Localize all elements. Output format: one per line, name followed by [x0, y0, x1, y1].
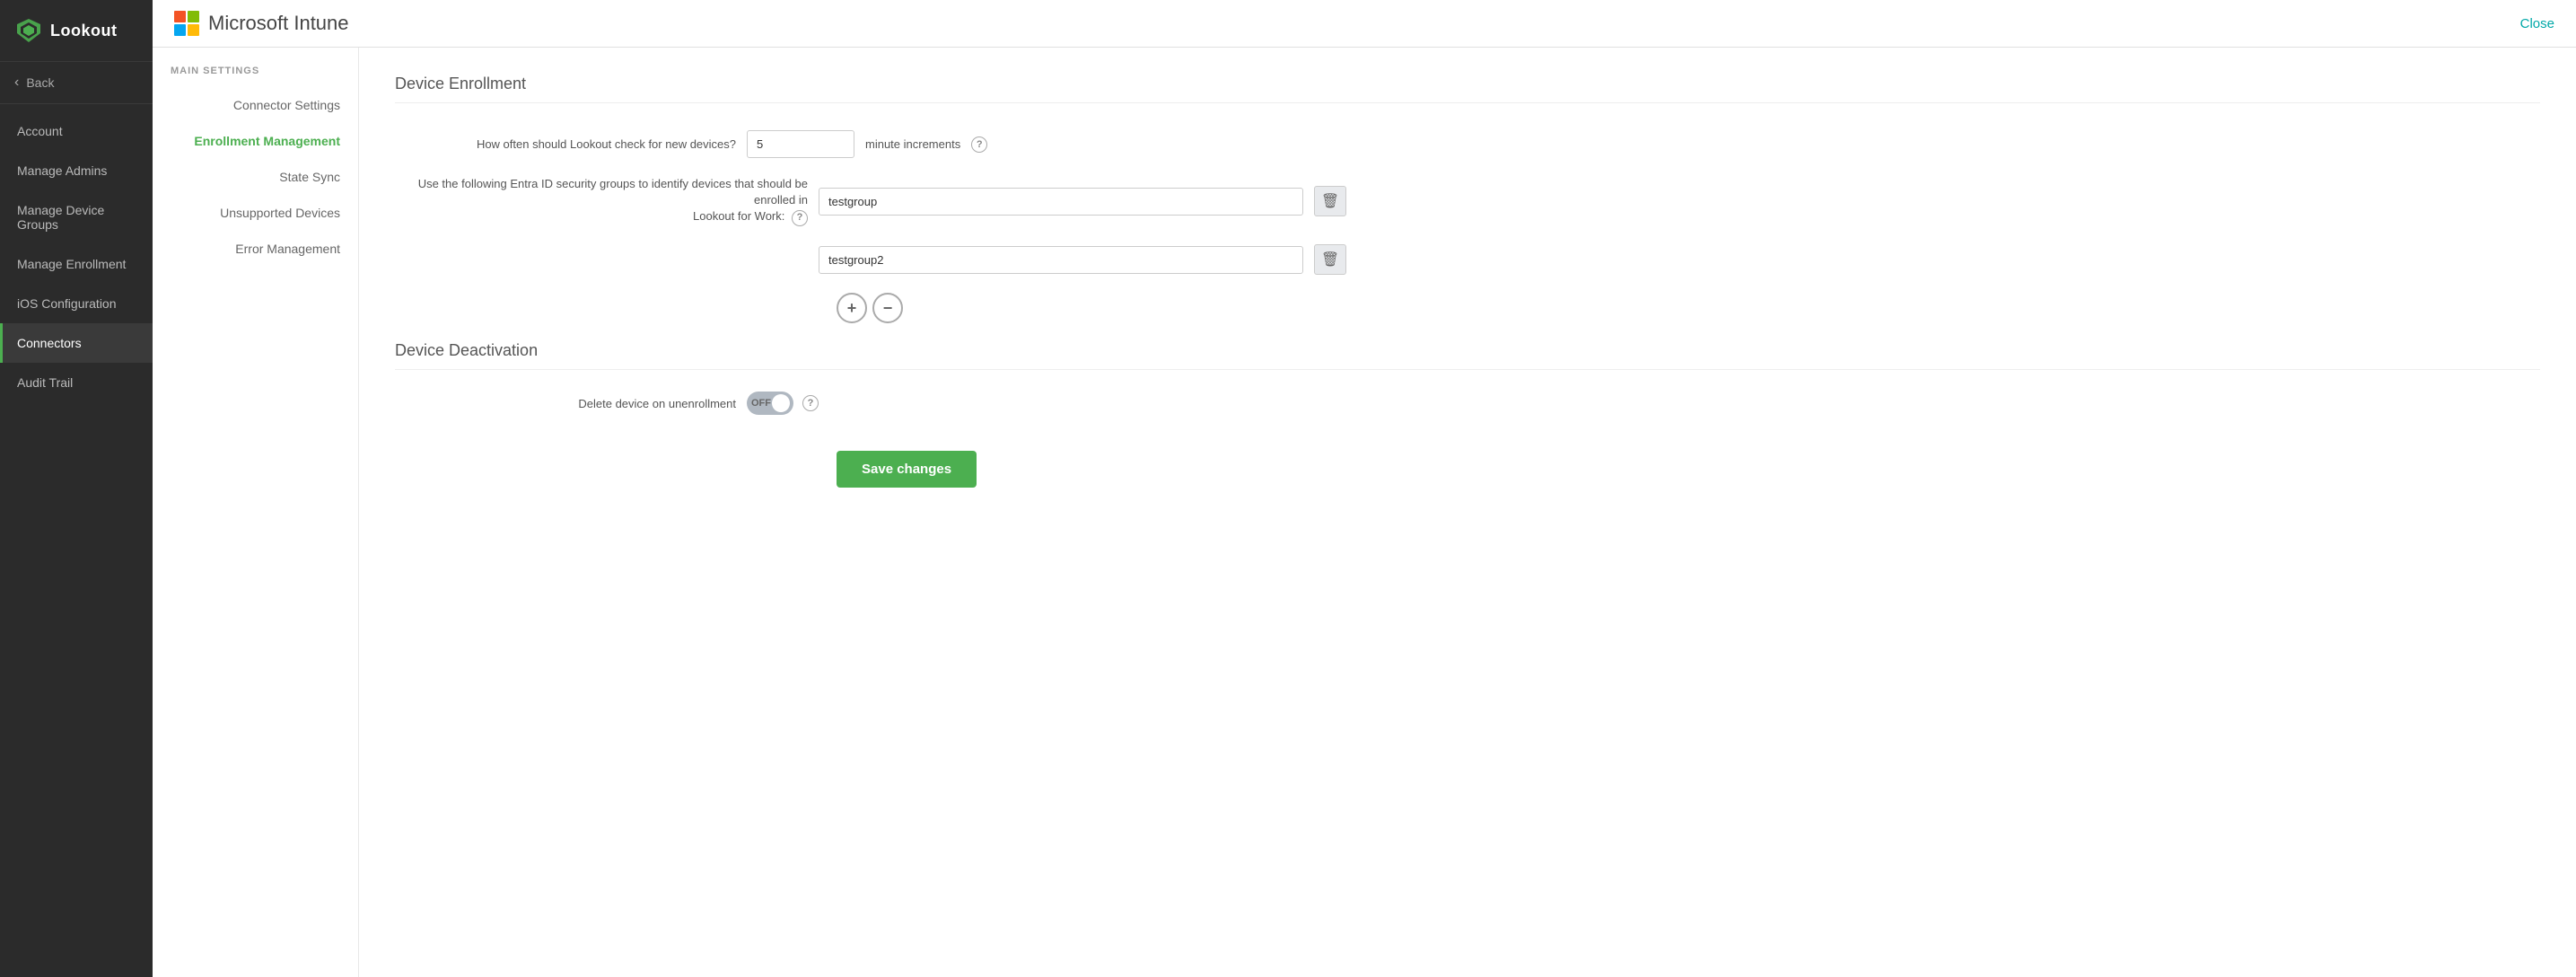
back-button[interactable]: ‹ Back	[0, 62, 153, 104]
nav-item-enrollment-management[interactable]: Enrollment Management	[153, 123, 358, 159]
nav-item-error-management[interactable]: Error Management	[153, 231, 358, 267]
ms-sq-green	[188, 11, 199, 22]
ms-sq-yellow	[188, 24, 199, 36]
sidebar-item-account[interactable]: Account	[0, 111, 153, 151]
group2-row: 🗑	[819, 244, 2540, 275]
add-group-button[interactable]: +	[837, 293, 867, 323]
save-changes-button[interactable]: Save changes	[837, 451, 977, 488]
ms-sq-blue	[174, 24, 186, 36]
toggle-knob	[772, 394, 790, 412]
delete-device-label: Delete device on unenrollment	[395, 397, 736, 410]
app-logo-text: Lookout	[50, 22, 117, 40]
group1-row: Use the following Entra ID security grou…	[395, 176, 2540, 226]
top-header: Microsoft Intune Close	[153, 0, 2576, 48]
check-frequency-unit: minute increments	[865, 137, 960, 151]
main-area: Microsoft Intune Close MAIN SETTINGS Con…	[153, 0, 2576, 977]
sidebar-logo: Lookout	[0, 0, 153, 62]
delete-group1-button[interactable]: 🗑	[1314, 186, 1346, 216]
device-enrollment-title: Device Enrollment	[395, 75, 2540, 103]
group1-input[interactable]	[819, 188, 1303, 216]
check-frequency-label: How often should Lookout check for new d…	[395, 137, 736, 151]
delete-on-unenrollment-row: Delete device on unenrollment OFF ?	[395, 392, 2540, 415]
header-app-name: Microsoft Intune	[208, 12, 349, 35]
content-panel: MAIN SETTINGS Connector Settings Enrollm…	[153, 48, 2576, 977]
sidebar-item-manage-admins[interactable]: Manage Admins	[0, 151, 153, 190]
check-frequency-row: How often should Lookout check for new d…	[395, 130, 2540, 158]
check-frequency-input[interactable]	[747, 130, 854, 158]
delete-icon-2: 🗑	[1321, 251, 1339, 268]
toggle-container: OFF ?	[747, 392, 819, 415]
sidebar-item-audit-trail[interactable]: Audit Trail	[0, 363, 153, 402]
ms-logo: Microsoft Intune	[174, 11, 349, 36]
settings-nav-title: MAIN SETTINGS	[153, 66, 358, 87]
delete-icon: 🗑	[1321, 192, 1339, 210]
group2-input[interactable]	[819, 246, 1303, 274]
sidebar-item-ios-configuration[interactable]: iOS Configuration	[0, 284, 153, 323]
check-frequency-help-icon[interactable]: ?	[971, 136, 987, 153]
nav-item-unsupported-devices[interactable]: Unsupported Devices	[153, 195, 358, 231]
settings-nav: MAIN SETTINGS Connector Settings Enrollm…	[153, 48, 359, 977]
toggle-off-label: OFF	[751, 398, 771, 409]
delete-device-help-icon[interactable]: ?	[802, 395, 819, 411]
sidebar-item-manage-device-groups[interactable]: Manage Device Groups	[0, 190, 153, 244]
sidebar: Lookout ‹ Back Account Manage Admins Man…	[0, 0, 153, 977]
ms-sq-red	[174, 11, 186, 22]
back-label: Back	[26, 75, 54, 90]
remove-group-button[interactable]: −	[872, 293, 903, 323]
entra-help-icon[interactable]: ?	[792, 210, 808, 226]
back-arrow-icon: ‹	[14, 75, 19, 91]
sidebar-navigation: Account Manage Admins Manage Device Grou…	[0, 104, 153, 402]
close-button[interactable]: Close	[2520, 16, 2554, 31]
device-deactivation-title: Device Deactivation	[395, 341, 2540, 370]
nav-item-connector-settings[interactable]: Connector Settings	[153, 87, 358, 123]
delete-group2-button[interactable]: 🗑	[1314, 244, 1346, 275]
group-controls: + −	[837, 293, 2540, 323]
nav-item-state-sync[interactable]: State Sync	[153, 159, 358, 195]
form-area: Device Enrollment How often should Looko…	[359, 48, 2576, 977]
microsoft-logo-icon	[174, 11, 199, 36]
sidebar-item-connectors[interactable]: Connectors	[0, 323, 153, 363]
sidebar-item-manage-enrollment[interactable]: Manage Enrollment	[0, 244, 153, 284]
entra-groups-label: Use the following Entra ID security grou…	[395, 176, 808, 226]
lookout-logo-icon	[14, 16, 43, 45]
delete-device-toggle[interactable]: OFF	[747, 392, 793, 415]
